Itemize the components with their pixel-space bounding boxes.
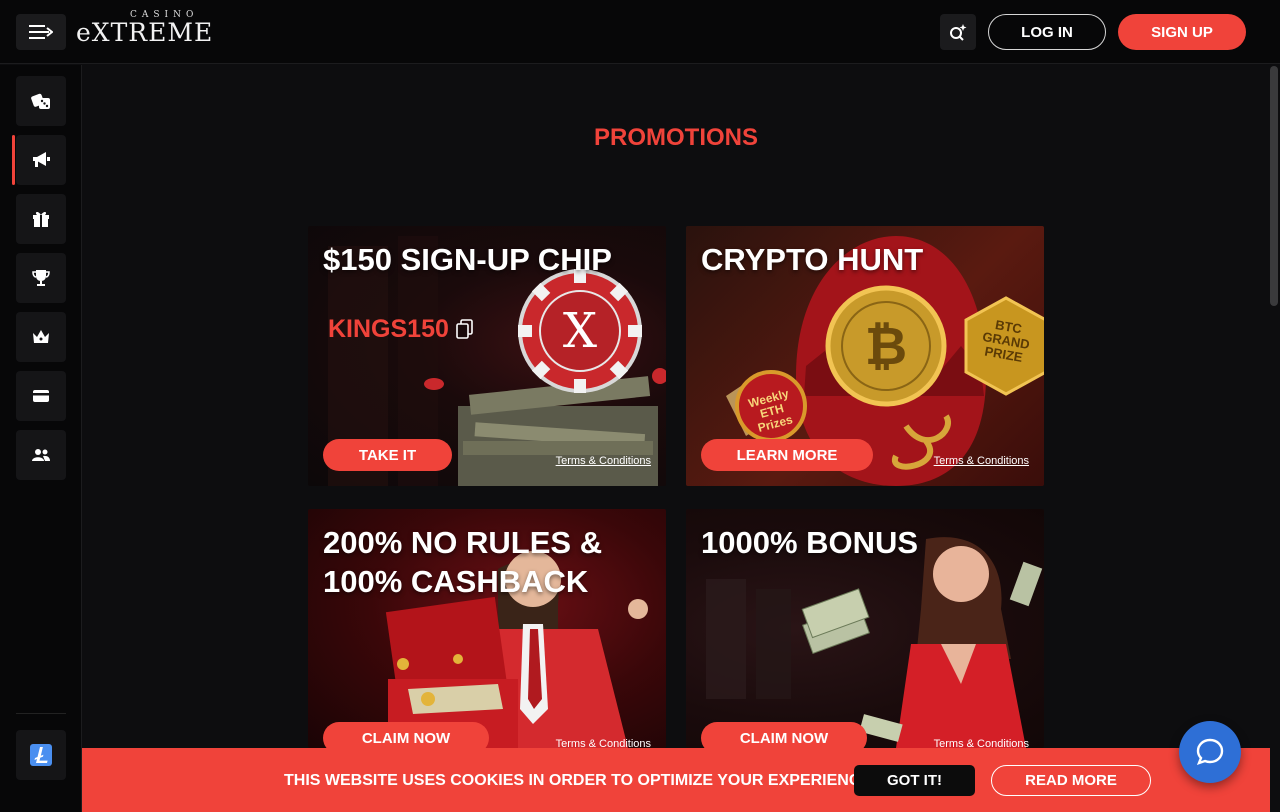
read-more-button[interactable]: READ MORE: [991, 765, 1151, 796]
sidebar-item-vip[interactable]: [16, 312, 66, 362]
promo-title: CRYPTO HUNT: [701, 242, 924, 277]
crown-icon: [33, 330, 49, 343]
terms-link[interactable]: Terms & Conditions: [934, 738, 1029, 748]
search-button[interactable]: [940, 14, 976, 50]
sidebar-item-promotions[interactable]: [12, 135, 66, 185]
users-icon: [32, 449, 50, 461]
page-title: PROMOTIONS: [593, 124, 758, 151]
promo-title: 1000% BONUS: [701, 525, 919, 560]
live-chat-button[interactable]: [1179, 721, 1241, 783]
signup-button[interactable]: SIGN UP: [1118, 14, 1246, 50]
cookie-banner: THIS WEBSITE USES COOKIES IN ORDER TO OP…: [82, 748, 1270, 812]
menu-toggle-button[interactable]: [16, 14, 66, 50]
promo-code: KINGS150: [328, 315, 449, 343]
copy-icon[interactable]: [456, 319, 474, 339]
promo-title: $150 SIGN-UP CHIP: [323, 242, 612, 277]
learn-more-button[interactable]: LEARN MORE: [701, 439, 873, 471]
promo-card-signup-chip: X $150 SIGN-UP CHIP KINGS150 TAKE IT Ter…: [308, 226, 666, 486]
trophy-icon: [32, 270, 50, 286]
page-scrollbar[interactable]: [1270, 66, 1278, 306]
sidebar-item-banking[interactable]: [16, 371, 66, 421]
svg-text:₿: ₿: [865, 317, 907, 377]
terms-link[interactable]: Terms & Conditions: [934, 455, 1029, 467]
sidebar-divider: [16, 713, 66, 714]
sidebar-item-litecoin[interactable]: [16, 730, 66, 780]
take-it-button[interactable]: TAKE IT: [323, 439, 452, 471]
top-bar: CASINO eXTREME LOG IN SIGN UP: [0, 0, 1280, 64]
wallet-icon: [33, 390, 49, 402]
promo-card-1000-bonus: 1000% BONUS CLAIM NOW Terms & Conditions: [686, 509, 1044, 748]
logo-extreme-text: eXTREME: [76, 18, 214, 47]
claim-now-button[interactable]: CLAIM NOW: [701, 722, 867, 748]
terms-link[interactable]: Terms & Conditions: [556, 455, 651, 467]
litecoin-icon: [30, 744, 52, 766]
accept-cookies-button[interactable]: GOT IT!: [854, 765, 975, 796]
sidebar-item-tournaments[interactable]: [16, 253, 66, 303]
promo-title: 200% NO RULES & 100% CASHBACK: [323, 523, 602, 601]
menu-arrow-icon: [29, 25, 53, 39]
sidebar: [0, 65, 82, 812]
casino-logo[interactable]: CASINO eXTREME: [76, 10, 236, 54]
gift-icon: [33, 211, 49, 227]
cookie-message: THIS WEBSITE USES COOKIES IN ORDER TO OP…: [284, 772, 876, 789]
search-icon: [950, 24, 967, 41]
login-button[interactable]: LOG IN: [988, 14, 1106, 50]
claim-now-button[interactable]: CLAIM NOW: [323, 722, 489, 748]
promo-card-no-rules-cashback: 200% NO RULES & 100% CASHBACK CLAIM NOW …: [308, 509, 666, 748]
sidebar-item-bonuses[interactable]: [16, 194, 66, 244]
dice-icon: [31, 93, 50, 109]
svg-text:X: X: [563, 303, 597, 359]
terms-link[interactable]: Terms & Conditions: [556, 738, 651, 748]
promo-card-crypto-hunt: ₿ Weekly ETH Prizes BTC GRAND PRIZE CRYP…: [686, 226, 1044, 486]
promo-title-line1: 200% NO RULES &: [323, 525, 603, 560]
megaphone-icon: [33, 152, 50, 167]
sidebar-item-affiliates[interactable]: [16, 430, 66, 480]
promo-title-line2: 100% CASHBACK: [323, 564, 589, 599]
sidebar-item-games[interactable]: [16, 76, 66, 126]
chat-bubble-icon: [1196, 738, 1224, 765]
